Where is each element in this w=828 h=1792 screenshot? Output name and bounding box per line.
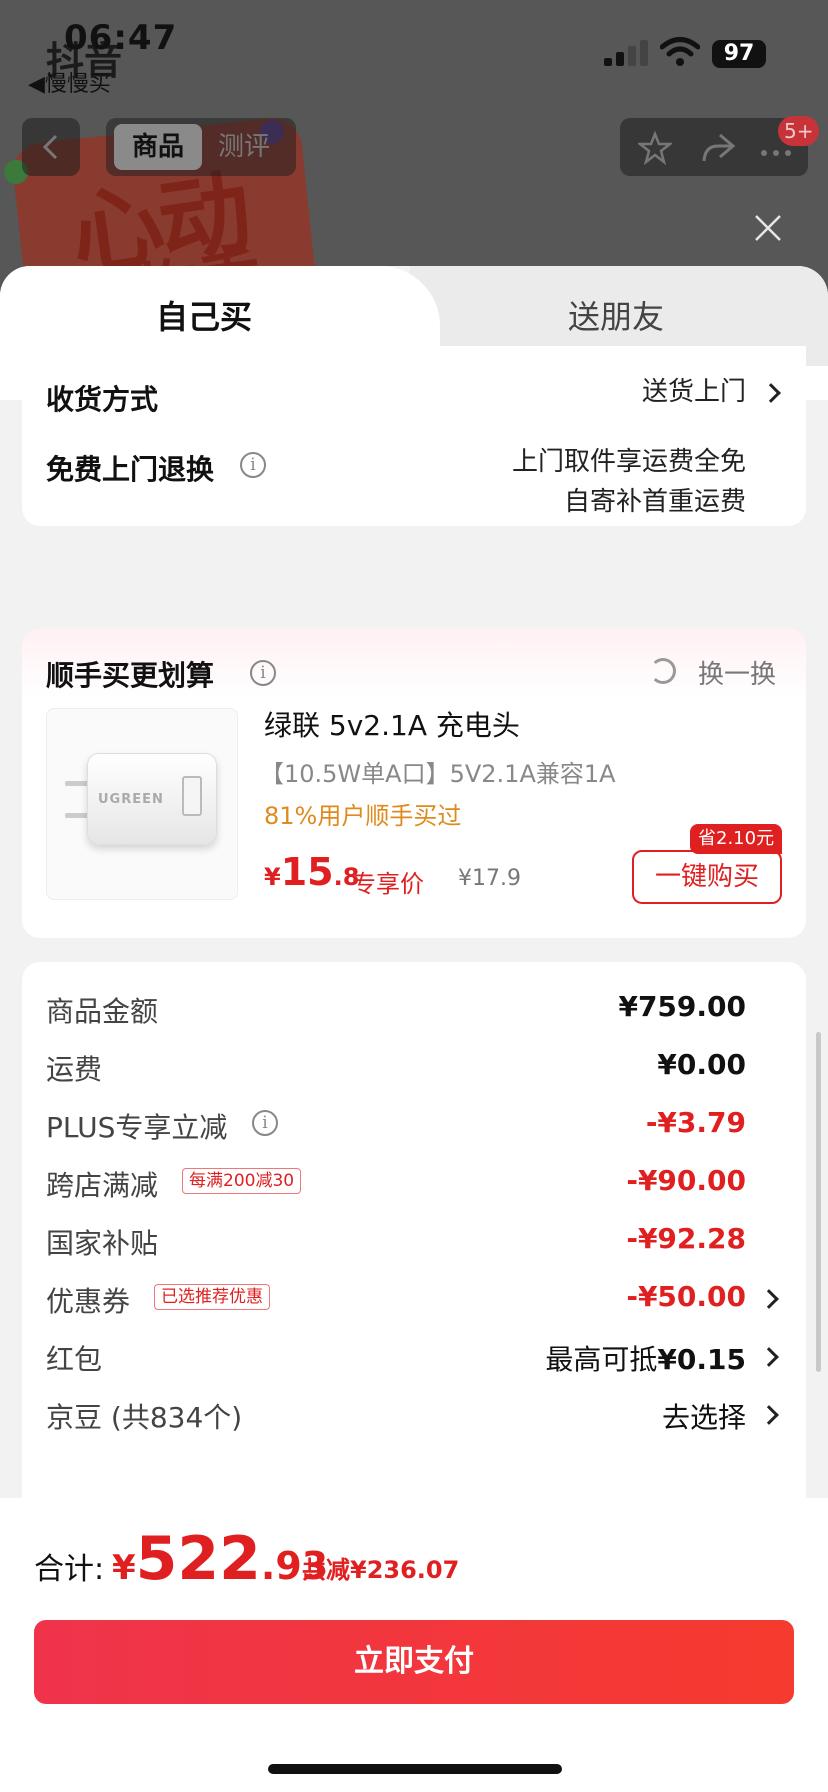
- notification-badge: 5+: [778, 116, 820, 146]
- status-time: 06:47: [64, 18, 178, 58]
- scrollbar[interactable]: [816, 1032, 821, 1372]
- background-page: 心动 购物季 抖音 06:47 ◀慢慢买 97 商品 测评: [0, 0, 828, 300]
- addon-product-card: 顺手买更划算 i 换一换 UGREEN 绿联 5v2.1A 充电头 【10.5W…: [22, 628, 806, 938]
- back-to-app-link[interactable]: ◀慢慢买: [28, 66, 111, 98]
- refresh-icon[interactable]: [650, 658, 676, 684]
- product-tabs: 商品 测评: [106, 118, 296, 176]
- summary-value: ¥0.00: [657, 1048, 746, 1081]
- segment-buy-self[interactable]: 自己买: [156, 292, 252, 338]
- original-price: ¥17.9: [458, 866, 521, 891]
- total-label: 合计:: [34, 1552, 105, 1587]
- summary-value: -¥3.79: [645, 1106, 746, 1139]
- info-icon[interactable]: i: [240, 452, 266, 478]
- summary-row-plus: PLUS专享立减 i -¥3.79: [46, 1106, 746, 1146]
- info-icon[interactable]: i: [250, 660, 276, 686]
- one-click-buy-button[interactable]: 一键购买: [632, 850, 782, 904]
- home-indicator[interactable]: [268, 1764, 562, 1774]
- summary-label: 国家补贴: [46, 1227, 159, 1260]
- price-summary-card: 商品金额 ¥759.00 运费 ¥0.00 PLUS专享立减 i -¥3.79 …: [22, 962, 806, 1522]
- product-name[interactable]: 绿联 5v2.1A 充电头: [264, 704, 520, 744]
- summary-row-cross-store: 跨店满减 每满200减30 -¥90.00: [46, 1164, 746, 1204]
- wifi-icon: [660, 37, 700, 66]
- total-integer: 522: [135, 1524, 261, 1594]
- battery-icon: 97: [712, 40, 766, 68]
- summary-label: 运费: [46, 1053, 103, 1086]
- summary-label: 红包: [46, 1343, 103, 1376]
- delivery-method-value[interactable]: 送货上门: [642, 372, 746, 412]
- purchase-rate: 81%用户顺手买过: [264, 802, 462, 830]
- tab-review[interactable]: 测评: [218, 124, 270, 170]
- exclusive-price-tag: 专享价: [352, 870, 424, 898]
- favorite-button[interactable]: [636, 130, 674, 169]
- more-icon: [761, 150, 791, 156]
- summary-label: 优惠券: [46, 1285, 131, 1318]
- chevron-left-icon: [42, 134, 58, 160]
- chevron-right-icon[interactable]: [759, 1289, 779, 1309]
- star-icon: [636, 130, 674, 166]
- summary-value: -¥90.00: [626, 1164, 746, 1197]
- total-amount: ¥522.93: [112, 1524, 328, 1594]
- pay-now-button[interactable]: 立即支付: [34, 1620, 794, 1704]
- price-currency: ¥: [264, 863, 281, 891]
- summary-label: 跨店满减: [46, 1169, 159, 1202]
- free-return-line1: 上门取件享运费全免: [511, 447, 746, 477]
- brand-logo: UGREEN: [98, 792, 164, 807]
- summary-value: ¥759.00: [618, 990, 746, 1023]
- share-icon: [702, 133, 736, 162]
- summary-label: PLUS专享立减: [46, 1111, 228, 1144]
- charger-image: UGREEN: [87, 753, 217, 845]
- summary-row-shipping: 运费 ¥0.00: [46, 1048, 746, 1088]
- summary-row-jingdou[interactable]: 京豆 (共834个) 去选择: [46, 1396, 746, 1436]
- summary-value: 去选择: [661, 1401, 746, 1434]
- coupon-badge: 已选推荐优惠: [154, 1284, 270, 1310]
- addon-title: 顺手买更划算: [46, 659, 215, 692]
- chevron-right-icon[interactable]: [759, 1405, 779, 1425]
- product-spec: 【10.5W单A口】5V2.1A兼容1A: [260, 760, 616, 788]
- close-icon[interactable]: [752, 212, 784, 244]
- summary-row-redpacket[interactable]: 红包 最高可抵¥0.15: [46, 1338, 746, 1378]
- total-currency: ¥: [112, 1548, 136, 1588]
- swap-button[interactable]: 换一换: [698, 654, 776, 691]
- status-bar: 抖音 06:47 ◀慢慢买 97: [0, 0, 828, 100]
- summary-value: 最高可抵¥0.15: [545, 1343, 746, 1376]
- total-savings: 共减¥236.07: [302, 1556, 460, 1584]
- promo-badge: 每满200减30: [182, 1168, 302, 1194]
- segment-gift-friend[interactable]: 送朋友: [568, 292, 664, 338]
- usb-port: [182, 776, 202, 816]
- summary-label: 商品金额: [46, 995, 159, 1028]
- chevron-right-icon[interactable]: [761, 383, 781, 403]
- summary-label: 京豆 (共834个): [46, 1401, 243, 1434]
- free-return-label: 免费上门退换: [46, 453, 215, 486]
- free-return-line2: 自寄补首重运费: [563, 487, 746, 517]
- shipping-card: 收货方式 送货上门 免费上门退换 i 上门取件享运费全免 自寄补首重运费: [22, 346, 806, 526]
- price-integer: 15: [280, 850, 334, 894]
- summary-value: -¥50.00: [626, 1280, 746, 1313]
- info-icon[interactable]: i: [252, 1110, 278, 1136]
- savings-badge: 省2.10元: [690, 824, 783, 854]
- tab-product[interactable]: 商品: [114, 124, 202, 170]
- signal-icon: [604, 40, 650, 66]
- summary-value: -¥92.28: [626, 1222, 746, 1255]
- product-price: ¥15.8: [264, 850, 359, 894]
- product-thumbnail[interactable]: UGREEN: [46, 708, 238, 900]
- chevron-right-icon[interactable]: [759, 1347, 779, 1367]
- summary-row-coupon[interactable]: 优惠券 已选推荐优惠 -¥50.00: [46, 1280, 746, 1320]
- delivery-method-label: 收货方式: [46, 383, 159, 416]
- checkout-footer: 合计: ¥522.93 共减¥236.07 立即支付: [0, 1498, 828, 1792]
- share-button[interactable]: [700, 131, 736, 169]
- summary-row-subsidy: 国家补贴 -¥92.28: [46, 1222, 746, 1262]
- summary-row-goods: 商品金额 ¥759.00: [46, 990, 746, 1030]
- nav-back-button[interactable]: [22, 118, 80, 176]
